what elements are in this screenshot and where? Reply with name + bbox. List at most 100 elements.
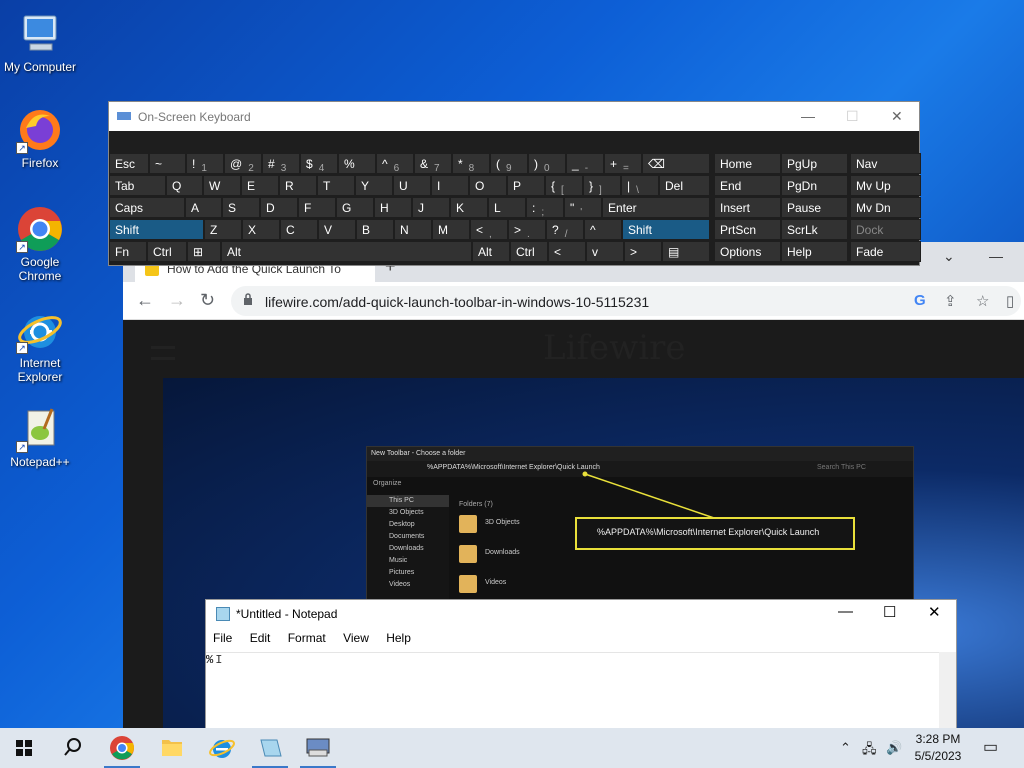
menu-view[interactable]: View [343, 631, 369, 645]
key-n[interactable]: N [394, 219, 432, 240]
menu-format[interactable]: Format [288, 631, 326, 645]
bookmark-star-icon[interactable]: ☆ [976, 292, 989, 310]
hamburger-menu-icon[interactable] [151, 346, 175, 360]
key-2[interactable]: @2 [224, 153, 262, 174]
key-backspace[interactable]: ⌫ [642, 153, 710, 174]
key-open-brace[interactable]: {[ [545, 175, 583, 196]
key-right-shift[interactable]: Shift [622, 219, 710, 240]
start-button[interactable] [0, 728, 48, 768]
key-minus[interactable]: _ - [566, 153, 604, 174]
maximize-icon[interactable]: ☐ [846, 108, 859, 125]
network-icon[interactable]: 🖧 [862, 740, 877, 762]
minimize-icon[interactable]: — [838, 603, 853, 620]
key-nav[interactable]: Nav [850, 153, 921, 174]
key-menu-icon[interactable]: ▤ [662, 241, 710, 262]
key-i[interactable]: I [431, 175, 469, 196]
key-a[interactable]: A [185, 197, 222, 218]
key-v[interactable]: V [318, 219, 356, 240]
forward-icon[interactable]: → [168, 290, 186, 311]
key-enter[interactable]: Enter [602, 197, 710, 218]
key-h[interactable]: H [374, 197, 412, 218]
key-6[interactable]: ^ 6 [376, 153, 414, 174]
key-9[interactable]: (9 [490, 153, 528, 174]
key-o[interactable]: O [469, 175, 507, 196]
key-b[interactable]: B [356, 219, 394, 240]
volume-icon[interactable]: 🔊 [886, 740, 902, 756]
reload-icon[interactable]: ↻ [200, 290, 215, 311]
back-icon[interactable]: ← [136, 290, 154, 311]
key-dock[interactable]: Dock [850, 219, 921, 240]
key-question[interactable]: ? / [546, 219, 584, 240]
key-m[interactable]: M [432, 219, 470, 240]
key-delete[interactable]: Del [659, 175, 710, 196]
key-insert[interactable]: Insert [714, 197, 781, 218]
taskbar-file-explorer[interactable] [148, 728, 196, 768]
key-caps[interactable]: Caps [109, 197, 185, 218]
key-end[interactable]: End [714, 175, 781, 196]
notepad-text-area[interactable]: % I [206, 652, 941, 730]
key-mv-dn[interactable]: Mv Dn [850, 197, 921, 218]
key-x[interactable]: X [242, 219, 280, 240]
key-pause[interactable]: Pause [781, 197, 848, 218]
key-arrow-right[interactable]: > [624, 241, 662, 262]
key-options[interactable]: Options [714, 241, 781, 262]
key-r[interactable]: R [279, 175, 317, 196]
key-d[interactable]: D [260, 197, 298, 218]
key-u[interactable]: U [393, 175, 431, 196]
key-8[interactable]: * 8 [452, 153, 490, 174]
key-greater-than[interactable]: >. [508, 219, 546, 240]
search-button[interactable] [48, 728, 96, 768]
key-scrlk[interactable]: ScrLk [781, 219, 848, 240]
key-pipe[interactable]: | \ [621, 175, 659, 196]
maximize-icon[interactable]: ☐ [883, 603, 896, 621]
key-right-alt[interactable]: Alt [472, 241, 510, 262]
menu-edit[interactable]: Edit [250, 631, 271, 645]
key-fade[interactable]: Fade [850, 241, 921, 262]
share-icon[interactable]: ⇪ [944, 292, 957, 310]
key-4[interactable]: $4 [300, 153, 338, 174]
key-3[interactable]: #3 [262, 153, 300, 174]
key-quote[interactable]: " ' [564, 197, 602, 218]
side-panel-icon[interactable]: ▯ [1006, 292, 1014, 310]
key-left-alt[interactable]: Alt [221, 241, 472, 262]
key-fn[interactable]: Fn [109, 241, 147, 262]
key-c[interactable]: C [280, 219, 318, 240]
desktop-icon-notepad-plus-plus[interactable]: ↗ Notepad++ [0, 405, 80, 469]
taskbar-on-screen-keyboard[interactable] [294, 728, 342, 768]
key-right-ctrl[interactable]: Ctrl [510, 241, 548, 262]
key-pgdn[interactable]: PgDn [781, 175, 848, 196]
google-lens-icon[interactable]: G [914, 292, 926, 309]
key-equals[interactable]: + = [604, 153, 642, 174]
key-left-shift[interactable]: Shift [109, 219, 204, 240]
key-arrow-up[interactable]: ^ [584, 219, 622, 240]
key-close-brace[interactable]: }] [583, 175, 621, 196]
key-k[interactable]: K [450, 197, 488, 218]
key-home[interactable]: Home [714, 153, 781, 174]
key-tab[interactable]: Tab [109, 175, 166, 196]
key-t[interactable]: T [317, 175, 355, 196]
key-tilde[interactable]: ~ [149, 153, 186, 174]
key-f[interactable]: F [298, 197, 336, 218]
desktop-icon-my-computer[interactable]: My Computer [0, 10, 80, 74]
key-1[interactable]: ! 1 [186, 153, 224, 174]
taskbar-internet-explorer[interactable] [198, 728, 246, 768]
taskbar-chrome[interactable] [98, 728, 146, 768]
key-p[interactable]: P [507, 175, 545, 196]
windows-key-icon[interactable]: ⊞ [187, 241, 221, 262]
key-left-ctrl[interactable]: Ctrl [147, 241, 187, 262]
key-arrow-down[interactable]: v [586, 241, 624, 262]
system-clock[interactable]: 3:28 PM 5/5/2023 [906, 731, 970, 765]
menu-file[interactable]: File [213, 631, 232, 645]
key-w[interactable]: W [203, 175, 241, 196]
key-0[interactable]: ) 0 [528, 153, 566, 174]
key-s[interactable]: S [222, 197, 260, 218]
key-less-than[interactable]: <, [470, 219, 508, 240]
key-q[interactable]: Q [166, 175, 203, 196]
key-pgup[interactable]: PgUp [781, 153, 848, 174]
key-z[interactable]: Z [204, 219, 242, 240]
address-bar[interactable]: lifewire.com/add-quick-launch-toolbar-in… [231, 286, 1021, 316]
key-esc[interactable]: Esc [109, 153, 149, 174]
key-l[interactable]: L [488, 197, 526, 218]
key-colon[interactable]: :; [526, 197, 564, 218]
desktop-icon-internet-explorer[interactable]: ↗ Internet Explorer [0, 306, 80, 384]
